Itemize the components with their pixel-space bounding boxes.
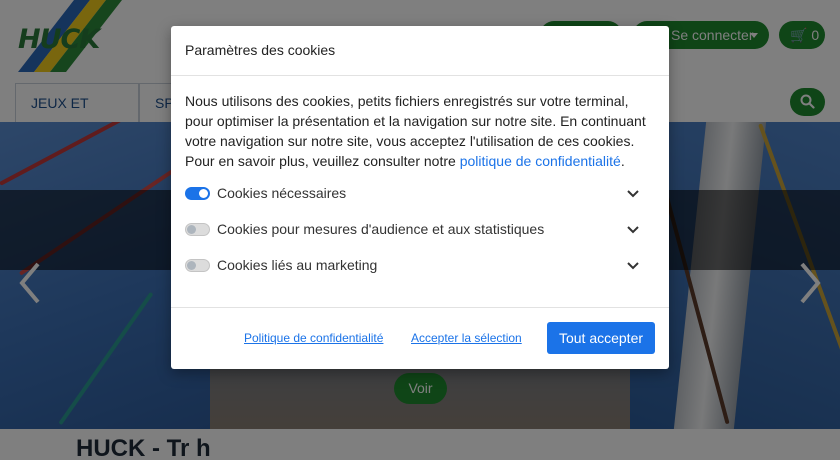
necessary-cookies-toggle[interactable] [185, 187, 210, 200]
toggle-knob [199, 189, 208, 198]
marketing-cookies-toggle[interactable] [185, 259, 210, 272]
description-end: . [620, 153, 625, 169]
dialog-description: Nous utilisons des cookies, petits fichi… [185, 91, 657, 171]
accept-selection-button[interactable]: Accepter la sélection [411, 331, 522, 345]
privacy-policy-button[interactable]: Politique de confidentialité [244, 331, 383, 345]
cookie-settings-dialog: Paramètres des cookies Nous utilisons de… [171, 26, 669, 369]
privacy-policy-inline-link[interactable]: politique de confidentialité [460, 153, 621, 169]
divider [171, 75, 669, 76]
cookie-option-marketing[interactable]: Cookies liés au marketing [185, 256, 655, 276]
chevron-down-icon[interactable] [625, 186, 641, 202]
chevron-down-icon[interactable] [625, 258, 641, 274]
cookie-option-label: Cookies nécessaires [217, 185, 347, 201]
accept-all-button[interactable]: Tout accepter [547, 322, 655, 354]
dialog-title: Paramètres des cookies [185, 42, 336, 58]
analytics-cookies-toggle[interactable] [185, 223, 210, 236]
cookie-option-analytics[interactable]: Cookies pour mesures d'audience et aux s… [185, 220, 655, 240]
divider [171, 307, 669, 308]
cookie-option-label: Cookies pour mesures d'audience et aux s… [217, 221, 545, 237]
cookie-option-label: Cookies liés au marketing [217, 257, 378, 273]
toggle-knob [187, 261, 196, 270]
toggle-knob [187, 225, 196, 234]
chevron-down-icon[interactable] [625, 222, 641, 238]
cookie-option-necessary[interactable]: Cookies nécessaires [185, 184, 655, 204]
